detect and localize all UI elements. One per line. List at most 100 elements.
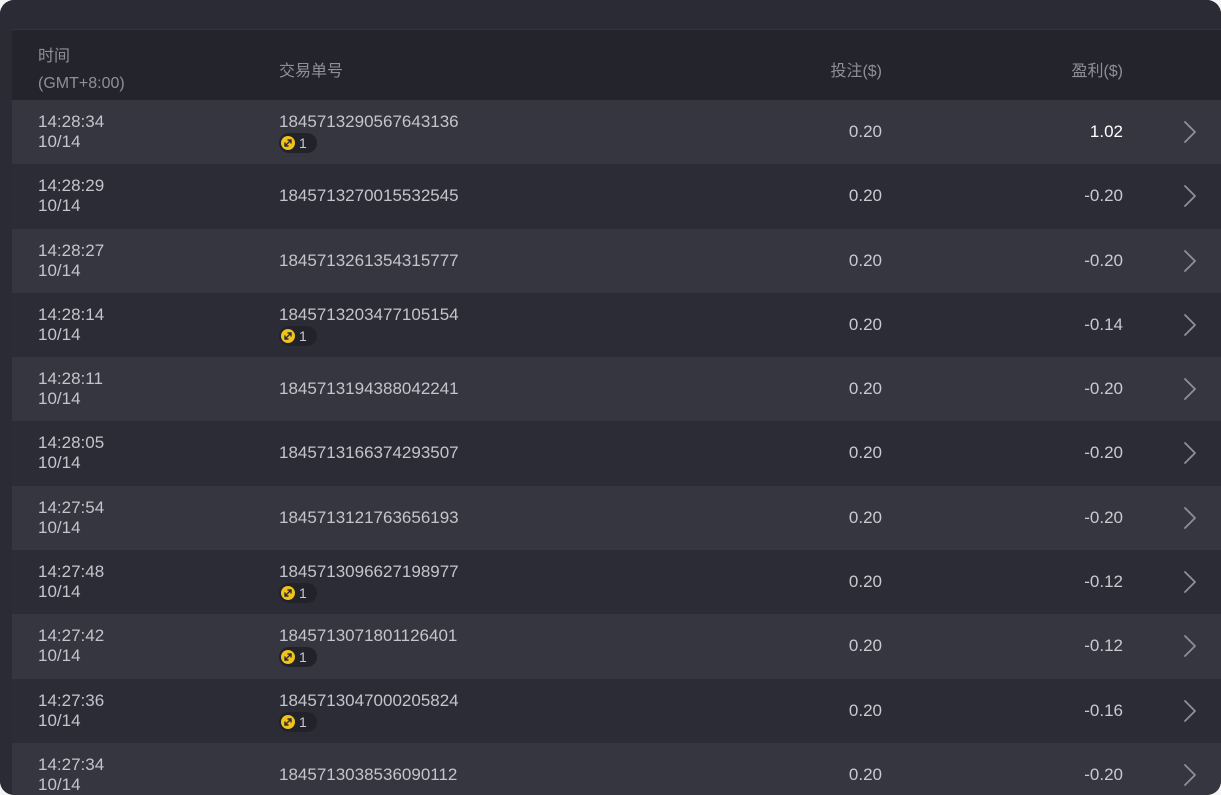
row-time-cell: 14:28:05 10/14	[38, 433, 104, 473]
chevron-right-icon[interactable]	[1183, 377, 1197, 401]
row-transaction-cell: 1845713071801126401 1	[279, 626, 457, 669]
chevron-right-icon[interactable]	[1183, 120, 1197, 144]
row-bet: 0.20	[848, 764, 882, 784]
table-row[interactable]: 14:28:05 10/14 1845713166374293507 0.20 -0.2…	[12, 421, 1221, 486]
badge-count: 1	[299, 649, 307, 666]
chevron-right-icon[interactable]	[1183, 441, 1197, 465]
chevron-right-icon[interactable]	[1183, 763, 1197, 787]
row-transaction-id: 1845713194388042241	[279, 379, 459, 399]
row-transaction-cell: 1845713096627198977 1	[279, 562, 459, 605]
row-profit: -0.20	[1084, 507, 1123, 527]
row-time: 14:27:34	[38, 754, 105, 774]
table-row[interactable]: 14:27:48 10/14 1845713096627198977 1 0.20 -0.…	[12, 550, 1221, 615]
row-date: 10/14	[38, 324, 81, 344]
row-profit: -0.20	[1084, 186, 1123, 206]
chevron-right-icon[interactable]	[1183, 313, 1197, 337]
row-date: 10/14	[38, 196, 81, 216]
row-transaction-cell: 1845713166374293507	[279, 443, 459, 463]
header-transaction-id: 交易单号	[279, 63, 344, 80]
row-transaction-cell: 1845713270015532545	[279, 186, 459, 206]
table-row[interactable]: 14:27:54 10/14 1845713121763656193 0.20 -0.2…	[12, 485, 1221, 551]
row-bet: 0.20	[848, 250, 882, 270]
row-time: 14:28:14	[38, 304, 105, 324]
row-bet: 0.20	[848, 572, 882, 592]
bet-history-table: 时间 (GMT+8:00) 交易单号 投注($) 盈利($) 14:28:34 1…	[12, 30, 1221, 795]
chevron-right-icon[interactable]	[1183, 634, 1197, 658]
row-bet: 0.20	[848, 122, 882, 141]
row-date: 10/14	[38, 582, 81, 602]
row-transaction-cell: 1845713038536090112	[279, 765, 457, 785]
bet-history-panel: 时间 (GMT+8:00) 交易单号 投注($) 盈利($) 14:28:34 1…	[0, 0, 1221, 795]
table-row[interactable]: 14:27:36 10/14 1845713047000205824 1 0.20 -0.…	[12, 678, 1221, 743]
badge-count: 1	[299, 327, 307, 344]
table-row[interactable]: 14:28:11 10/14 1845713194388042241 0.20 -0.2…	[12, 357, 1221, 422]
table-header: 时间 (GMT+8:00) 交易单号 投注($) 盈利($)	[12, 30, 1221, 100]
row-profit: -0.20	[1084, 250, 1123, 270]
row-profit: 1.02	[1089, 122, 1123, 141]
row-transaction-cell: 1845713261354315777	[279, 251, 459, 271]
row-date: 10/14	[38, 260, 81, 280]
row-bet: 0.20	[848, 507, 882, 527]
badge-count: 1	[299, 713, 307, 730]
panel-top-strip	[0, 0, 1221, 30]
header-timezone-label: (GMT+8:00)	[38, 75, 125, 92]
row-transaction-cell: 1845713047000205824 1	[279, 691, 459, 734]
row-time-cell: 14:27:42 10/14	[38, 626, 104, 666]
row-transaction-id: 1845713290567643136	[279, 112, 459, 131]
row-bet: 0.20	[848, 700, 882, 720]
table-row[interactable]: 14:28:27 10/14 1845713261354315777 0.20 -0.2…	[12, 228, 1221, 293]
row-time-cell: 14:28:34 10/14	[38, 112, 104, 152]
header-time: 时间 (GMT+8:00)	[38, 43, 125, 97]
row-transaction-cell: 1845713203477105154 1	[279, 305, 459, 348]
row-time: 14:27:54	[38, 497, 105, 517]
chevron-right-icon[interactable]	[1183, 699, 1197, 723]
table-row[interactable]: 14:28:14 10/14 1845713203477105154 1 0.20 -0.…	[12, 292, 1221, 358]
row-time-cell: 14:28:11 10/14	[38, 369, 103, 409]
free-spin-badge: 1	[279, 133, 317, 153]
table-body: 14:28:34 10/14 1845713290567643136 1 0.20 1.0…	[12, 100, 1221, 795]
row-date: 10/14	[38, 517, 81, 537]
row-transaction-id: 1845713203477105154	[279, 304, 459, 324]
row-time-cell: 14:27:54 10/14	[38, 498, 104, 538]
row-date: 10/14	[38, 646, 81, 666]
badge-count: 1	[299, 585, 307, 602]
row-bet: 0.20	[848, 314, 882, 334]
chevron-right-icon[interactable]	[1183, 506, 1197, 530]
row-time: 14:28:11	[38, 369, 103, 389]
row-transaction-id: 1845713261354315777	[279, 250, 459, 270]
table-row[interactable]: 14:27:34 10/14 1845713038536090112 0.20 -0.2…	[12, 742, 1221, 795]
row-time-cell: 14:27:48 10/14	[38, 562, 104, 602]
row-transaction-id: 1845713166374293507	[279, 443, 459, 463]
coin-icon	[281, 650, 295, 665]
header-bet: 投注($)	[830, 63, 882, 80]
table-row[interactable]: 14:28:29 10/14 1845713270015532545 0.20 -0.2…	[12, 164, 1221, 229]
free-spin-badge: 1	[279, 325, 317, 346]
row-time-cell: 14:28:29 10/14	[38, 176, 104, 216]
row-transaction-id: 1845713047000205824	[279, 690, 459, 710]
table-row[interactable]: 14:27:42 10/14 1845713071801126401 1 0.20 -0.…	[12, 614, 1221, 679]
coin-icon	[281, 328, 295, 343]
row-time-cell: 14:27:36 10/14	[38, 691, 104, 731]
row-date: 10/14	[38, 774, 81, 794]
row-date: 10/14	[38, 453, 81, 473]
row-transaction-id: 1845713121763656193	[279, 507, 459, 527]
chevron-right-icon[interactable]	[1183, 184, 1197, 208]
free-spin-badge: 1	[279, 583, 317, 604]
table-row[interactable]: 14:28:34 10/14 1845713290567643136 1 0.20 1.0…	[12, 100, 1221, 165]
row-time: 14:27:48	[38, 562, 105, 582]
row-transaction-id: 1845713096627198977	[279, 562, 459, 582]
row-transaction-id: 1845713038536090112	[279, 764, 458, 784]
chevron-right-icon[interactable]	[1183, 570, 1197, 594]
row-transaction-cell: 1845713194388042241	[279, 379, 459, 399]
row-date: 10/14	[38, 710, 81, 730]
chevron-right-icon[interactable]	[1183, 249, 1197, 273]
row-transaction-cell: 1845713121763656193	[279, 508, 459, 528]
coin-icon	[281, 714, 295, 729]
coin-icon	[281, 586, 295, 601]
row-date: 10/14	[38, 389, 81, 409]
row-bet: 0.20	[848, 443, 882, 463]
row-time: 14:27:36	[38, 690, 105, 710]
row-time: 14:28:29	[38, 176, 105, 196]
panel-left-edge	[0, 29, 12, 795]
row-time: 14:28:05	[38, 433, 105, 453]
